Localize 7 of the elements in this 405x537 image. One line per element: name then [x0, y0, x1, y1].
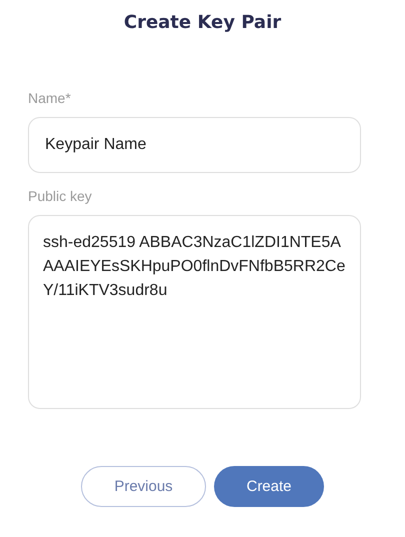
previous-button[interactable]: Previous	[81, 466, 206, 507]
field-label: Name*	[28, 89, 71, 107]
field-label: Public key	[28, 187, 92, 205]
create-button[interactable]: Create	[214, 466, 324, 507]
dialog-title: Create Key Pair	[122, 11, 282, 35]
public-key-text-area[interactable]: ssh-ed25519 ABBAC3NzaC1lZDI1NTE5AAAAIEYEsSKHpuPO0flnDvFNfbB5RR2CeY/11iKTV3sudr8u	[28, 215, 361, 409]
name-input-field[interactable]: Keypair Name	[28, 117, 361, 173]
